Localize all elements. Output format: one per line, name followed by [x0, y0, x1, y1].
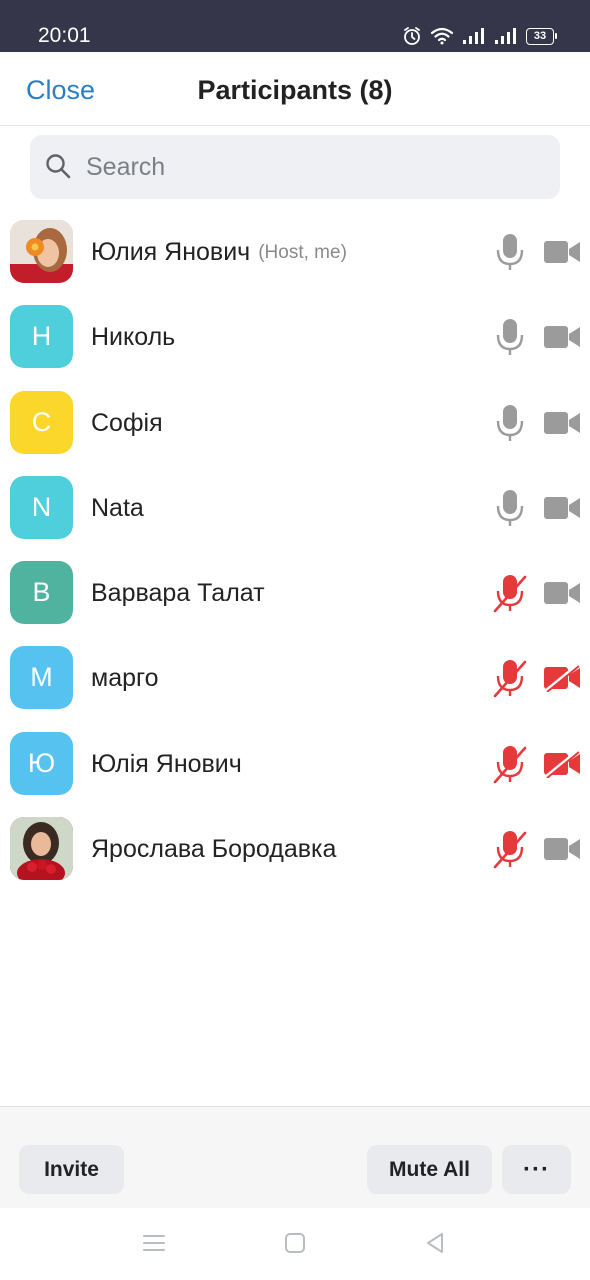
avatar: Н: [10, 305, 73, 369]
participant-name: Юлия Янович: [91, 238, 251, 266]
participant-name-wrap: марго: [91, 636, 158, 721]
wifi-icon: [430, 27, 454, 45]
video-icon[interactable]: [543, 323, 581, 351]
participant-row[interactable]: Ммарго: [0, 636, 590, 721]
participant-name: Юлія Янович: [91, 749, 242, 778]
participant-name-wrap: Юлія Янович: [91, 722, 242, 807]
avatar-initial: N: [31, 491, 52, 522]
home-icon[interactable]: [284, 1232, 306, 1254]
invite-button[interactable]: Invite: [19, 1145, 124, 1194]
participants-list: Юлия Янович (Host, me) Н Николь С Софія N Nata В…: [0, 210, 590, 892]
avatar: В: [10, 561, 73, 625]
mic-icon[interactable]: [492, 403, 528, 443]
signal-icon: [495, 28, 516, 44]
avatar: N: [10, 475, 73, 539]
participant-name-wrap: Nata: [91, 466, 144, 551]
participant-name: Николь: [91, 323, 176, 352]
participant-name-wrap: Николь: [91, 295, 175, 380]
participant-row[interactable]: Юлия Янович (Host, me): [0, 210, 590, 295]
search-box[interactable]: [30, 135, 560, 199]
participant-name: Ярослава Бородавка: [91, 835, 337, 864]
mic-muted-icon[interactable]: [492, 744, 528, 784]
avatar-initial: С: [31, 406, 52, 437]
video-off-icon[interactable]: [543, 664, 581, 694]
participant-row[interactable]: N Nata: [0, 466, 590, 551]
participant-name: Nata: [91, 493, 144, 522]
mic-muted-icon[interactable]: [492, 658, 528, 698]
avatar: С: [10, 390, 73, 454]
participant-row[interactable]: Н Николь: [0, 295, 590, 380]
video-icon[interactable]: [543, 238, 581, 266]
mic-icon[interactable]: [492, 232, 528, 272]
mic-icon[interactable]: [492, 317, 528, 357]
participant-name: Варвара Талат: [91, 579, 265, 608]
avatar: [10, 220, 73, 283]
avatar: Ю: [10, 731, 73, 795]
bottom-action-bar: Invite Mute All ···: [0, 1106, 590, 1208]
mute-all-button[interactable]: Mute All: [367, 1145, 492, 1194]
avatar: М: [10, 646, 73, 710]
participants-header: Close Participants (8): [0, 52, 590, 126]
participant-name-wrap: Софія: [91, 381, 163, 466]
signal-icon: [463, 28, 484, 44]
battery-level: 33: [533, 30, 547, 42]
avatar-initial: М: [30, 662, 53, 693]
participant-row[interactable]: Ю Юлія Янович: [0, 722, 590, 807]
participant-row[interactable]: В Варвара Талат: [0, 551, 590, 636]
participant-name-wrap: Варвара Талат: [91, 551, 265, 636]
search-input[interactable]: [86, 135, 546, 199]
avatar-initial: Ю: [27, 747, 56, 778]
page-title: Participants (8): [197, 75, 393, 105]
video-icon[interactable]: [543, 494, 581, 522]
video-off-icon[interactable]: [543, 749, 581, 779]
menu-icon[interactable]: [143, 1232, 165, 1254]
avatar-initial: В: [32, 577, 51, 608]
back-icon[interactable]: [424, 1232, 446, 1254]
participant-role-tag: (Host, me): [258, 241, 347, 263]
status-icons: 33: [402, 26, 557, 46]
participant-name: Софія: [91, 408, 163, 437]
mic-muted-icon[interactable]: [492, 573, 528, 613]
search-icon: [46, 154, 71, 179]
video-icon[interactable]: [543, 409, 581, 437]
video-icon[interactable]: [543, 579, 581, 607]
video-icon[interactable]: [543, 835, 581, 863]
participant-name: марго: [91, 664, 159, 693]
mic-muted-icon[interactable]: [492, 829, 528, 869]
participant-row[interactable]: Ярослава Бородавка: [0, 807, 590, 892]
status-bar: 20:01 33: [0, 0, 590, 52]
participant-name-wrap: Юлия Янович (Host, me): [91, 210, 347, 295]
avatar: [10, 817, 73, 881]
status-time: 20:01: [38, 24, 91, 47]
more-options-button[interactable]: ···: [502, 1145, 571, 1194]
participant-row[interactable]: С Софія: [0, 381, 590, 466]
system-nav-bar: [0, 1208, 590, 1280]
avatar-initial: Н: [31, 321, 52, 352]
participant-name-wrap: Ярослава Бородавка: [91, 807, 336, 892]
battery-icon: 33: [526, 27, 557, 45]
alarm-icon: [404, 27, 420, 45]
mic-icon[interactable]: [492, 488, 528, 528]
